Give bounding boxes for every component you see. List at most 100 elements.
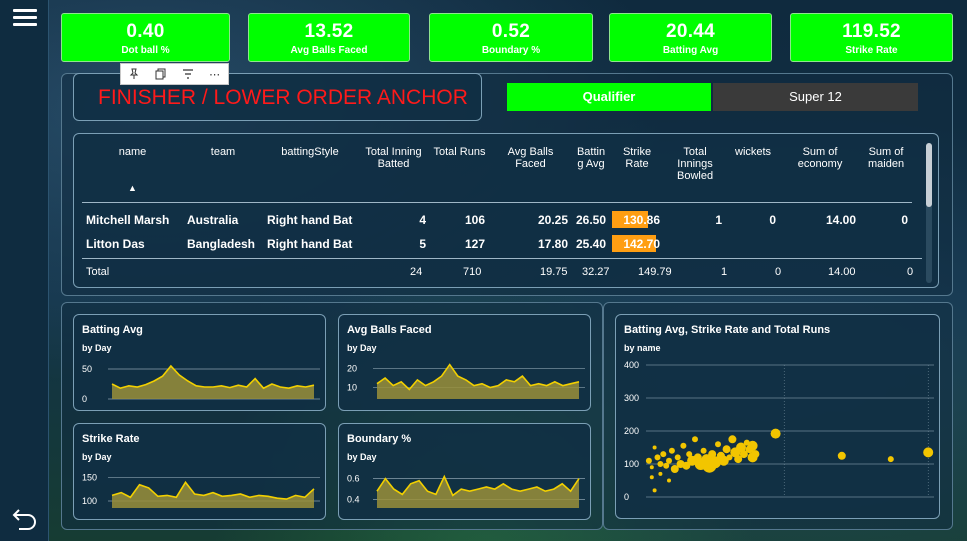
back-arrow-icon[interactable] bbox=[11, 504, 39, 532]
y-tick-label: 0 bbox=[624, 492, 629, 502]
card-title: Batting Avg bbox=[82, 324, 143, 336]
y-tick-label: 0.4 bbox=[347, 495, 360, 505]
scatter-point bbox=[658, 471, 663, 476]
card-avg-balls-faced: Avg Balls Faced by Day 20 10 bbox=[338, 314, 591, 411]
cell-bowled bbox=[664, 232, 726, 256]
kpi-value: 0.52 bbox=[491, 21, 531, 42]
card-title: Strike Rate bbox=[82, 433, 140, 445]
y-tick-label: 150 bbox=[82, 473, 97, 483]
total-wickets: 0 bbox=[775, 266, 782, 278]
scatter-point bbox=[700, 447, 707, 454]
col-header-team[interactable]: team bbox=[183, 140, 263, 203]
filter-icon[interactable] bbox=[175, 64, 202, 84]
scatter-chart: 400 300 200 100 0 bbox=[624, 360, 934, 502]
kpi-label: Batting Avg bbox=[662, 45, 719, 56]
total-label: Total bbox=[86, 266, 110, 278]
scatter-point bbox=[722, 445, 731, 454]
y-tick-label: 10 bbox=[347, 383, 357, 393]
col-header-wickets[interactable]: wickets bbox=[726, 140, 781, 203]
area-fill bbox=[377, 364, 579, 399]
total-sr: 149.79 bbox=[638, 266, 672, 278]
scatter-point bbox=[652, 488, 657, 493]
scatter-point bbox=[923, 447, 934, 458]
scatter-point bbox=[668, 447, 675, 454]
table-header-row: name ▲ team battingStyle Total Inning Bat… bbox=[82, 140, 913, 203]
cell-runs: 106 bbox=[464, 213, 485, 227]
col-header-batting-avg[interactable]: Battin g Avg bbox=[572, 140, 611, 203]
y-tick-label: 200 bbox=[624, 426, 639, 436]
kpi-label: Strike Rate bbox=[845, 45, 898, 56]
hamburger-menu-icon[interactable] bbox=[13, 9, 37, 31]
scatter-point bbox=[680, 442, 687, 449]
scatter-card: Batting Avg, Strike Rate and Total Runs … bbox=[615, 314, 940, 519]
cell-strike-rate: 130.86 bbox=[610, 208, 664, 232]
cell-name: Mitchell Marsh bbox=[86, 213, 170, 227]
cell-wickets: 0 bbox=[769, 213, 777, 227]
total-maiden: 0 bbox=[907, 266, 914, 278]
cell-economy bbox=[780, 232, 860, 256]
y-tick-label: 50 bbox=[82, 364, 92, 374]
col-header-sum-economy[interactable]: Sum of economy bbox=[780, 140, 861, 203]
boundary-pct-area-chart: 0.6 0.4 bbox=[347, 474, 585, 508]
kpi-strike-rate: 119.52 Strike Rate bbox=[790, 13, 953, 62]
scatter-point bbox=[837, 451, 846, 460]
copy-icon[interactable] bbox=[148, 64, 175, 84]
scrollbar-thumb[interactable] bbox=[926, 143, 932, 207]
card-batting-avg: Batting Avg by Day 50 0 bbox=[73, 314, 326, 411]
table-row[interactable]: Mitchell Marsh Australia Right hand Bat … bbox=[82, 208, 912, 232]
col-header-total-innings-bowled[interactable]: Total Innings Bowled bbox=[664, 140, 727, 203]
card-title: Avg Balls Faced bbox=[347, 324, 432, 336]
col-header-strike-rate[interactable]: Strike Rate bbox=[610, 140, 665, 203]
scatter-point bbox=[660, 451, 667, 458]
kpi-label: Boundary % bbox=[481, 45, 541, 56]
area-fill bbox=[112, 366, 314, 399]
batting-avg-area-chart: 50 0 bbox=[82, 364, 320, 404]
y-tick-label: 0 bbox=[82, 394, 87, 404]
scatter-title: Batting Avg, Strike Rate and Total Runs bbox=[624, 324, 831, 336]
scatter-point bbox=[770, 428, 781, 439]
col-header-batting-style[interactable]: battingStyle bbox=[263, 140, 357, 203]
kpi-avg-balls-faced: 13.52 Avg Balls Faced bbox=[248, 13, 410, 62]
table-row[interactable]: Litton Das Bangladesh Right hand Bat 5 1… bbox=[82, 232, 912, 256]
total-bowled: 1 bbox=[721, 266, 728, 278]
cell-strike-rate: 142.70 bbox=[610, 232, 664, 256]
cell-sr-value: 130.86 bbox=[623, 213, 661, 227]
cell-wickets bbox=[726, 232, 780, 256]
tab-qualifier[interactable]: Qualifier bbox=[507, 83, 711, 111]
tab-super-12[interactable]: Super 12 bbox=[713, 83, 918, 111]
card-subtitle: by Day bbox=[347, 452, 377, 462]
y-tick-label: 0.6 bbox=[347, 474, 360, 484]
col-header-total-inning-batted[interactable]: Total Inning Batted bbox=[357, 140, 430, 203]
cell-runs: 127 bbox=[464, 237, 485, 251]
table-total-row: Total 24 710 19.75 32.27 149.79 1 0 14.0… bbox=[82, 258, 922, 284]
col-header-sum-maiden[interactable]: Sum of maiden bbox=[860, 140, 913, 203]
scatter-point bbox=[652, 445, 657, 450]
scatter-point bbox=[887, 456, 894, 463]
avg-balls-faced-area-chart: 2010 bbox=[347, 363, 585, 399]
scatter-point bbox=[657, 461, 664, 467]
total-economy: 14.00 bbox=[828, 266, 856, 278]
scatter-point bbox=[666, 457, 672, 464]
kpi-label: Avg Balls Faced bbox=[290, 45, 368, 56]
sort-ascending-icon[interactable]: ▲ bbox=[128, 183, 137, 193]
cell-avg: 25.40 bbox=[576, 237, 607, 251]
scatter-subtitle: by name bbox=[624, 343, 661, 353]
kpi-value: 0.40 bbox=[126, 21, 165, 42]
kpi-dot-ball-pct: 0.40 Dot ball % bbox=[61, 13, 230, 62]
y-tick-label: 400 bbox=[624, 360, 639, 370]
table-scrollbar[interactable] bbox=[926, 143, 932, 283]
col-header-total-runs[interactable]: Total Runs bbox=[430, 140, 489, 203]
kpi-batting-avg: 20.44 Batting Avg bbox=[609, 13, 772, 62]
col-header-name[interactable]: name ▲ bbox=[82, 140, 183, 203]
card-subtitle: by Day bbox=[82, 343, 112, 353]
cell-avg: 26.50 bbox=[576, 213, 607, 227]
col-header-avg-balls-faced[interactable]: Avg Balls Faced bbox=[489, 140, 572, 203]
more-options-icon[interactable]: ⋯ bbox=[201, 64, 228, 84]
card-title: Boundary % bbox=[347, 433, 412, 445]
kpi-value: 13.52 bbox=[304, 21, 354, 42]
pin-icon[interactable] bbox=[121, 64, 148, 84]
y-tick-label: 100 bbox=[624, 459, 639, 469]
scatter-point bbox=[728, 435, 737, 444]
scatter-point bbox=[715, 441, 721, 448]
cell-name: Litton Das bbox=[86, 237, 145, 251]
